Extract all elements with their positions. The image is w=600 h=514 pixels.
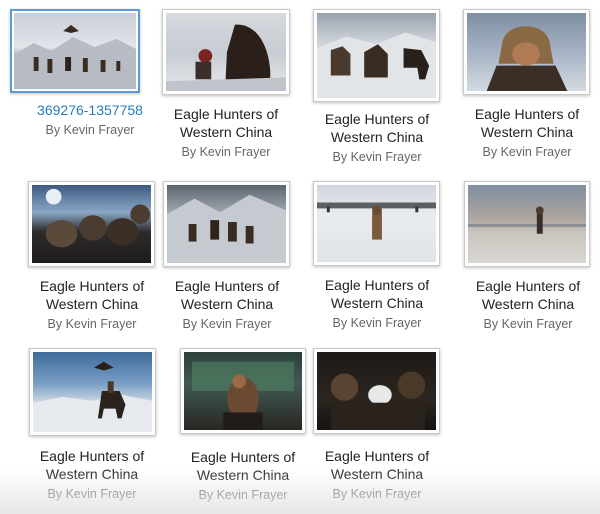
item-title[interactable]: Eagle Hunters of Western China (168, 448, 318, 484)
item-author: By Kevin Frayer (182, 317, 272, 331)
photo-thumbnail[interactable] (28, 181, 155, 267)
item-title-link[interactable]: 369276-1357758 (15, 101, 165, 119)
photo-thumbnail[interactable] (464, 181, 590, 267)
item-author: By Kevin Frayer (332, 487, 422, 501)
item-title[interactable]: Eagle Hunters of Western China (302, 447, 452, 483)
item-title[interactable]: Eagle Hunters of Western China (152, 277, 302, 313)
item-author: By Kevin Frayer (332, 150, 422, 164)
item-title[interactable]: Eagle Hunters of Western China (302, 276, 452, 312)
item-title[interactable]: Eagle Hunters of Western China (453, 277, 600, 313)
photo-thumbnail[interactable] (313, 348, 440, 434)
hunter-portrait-photo (467, 13, 586, 91)
item-author: By Kevin Frayer (47, 487, 137, 501)
hunters-with-horses-photo (317, 13, 436, 98)
hunters-dark-interior-photo (317, 352, 436, 430)
item-title[interactable]: Eagle Hunters of Western China (302, 110, 452, 146)
item-author: By Kevin Frayer (47, 317, 137, 331)
hunter-at-dawn-photo (468, 185, 586, 263)
photo-thumbnail[interactable] (180, 348, 306, 434)
photo-thumbnail[interactable] (313, 9, 440, 102)
item-title[interactable]: Eagle Hunters of Western China (452, 105, 600, 141)
snow-eagle-hunters-photo (14, 13, 136, 89)
item-author: By Kevin Frayer (181, 145, 271, 159)
item-author: By Kevin Frayer (332, 316, 422, 330)
photo-thumbnail[interactable] (463, 9, 590, 95)
item-author: By Kevin Frayer (482, 145, 572, 159)
item-author: By Kevin Frayer (198, 488, 288, 502)
hunter-indoor-photo (184, 352, 302, 430)
photo-gallery-grid: 369276-1357758 By Kevin Frayer Eagle Hun… (0, 0, 600, 514)
photo-thumbnail[interactable] (163, 181, 290, 267)
photo-thumbnail[interactable] (10, 9, 140, 93)
riders-in-snow-photo (167, 185, 286, 263)
item-author: By Kevin Frayer (483, 317, 573, 331)
item-title[interactable]: Eagle Hunters of Western China (17, 447, 167, 483)
hunters-crowd-photo (32, 185, 151, 263)
hunter-with-eagle-photo (166, 13, 286, 91)
photo-thumbnail[interactable] (162, 9, 290, 95)
hunter-on-snowfield-photo (317, 185, 436, 262)
item-title[interactable]: Eagle Hunters of Western China (17, 277, 167, 313)
photo-thumbnail[interactable] (29, 348, 156, 436)
photo-thumbnail[interactable] (313, 181, 440, 266)
item-title[interactable]: Eagle Hunters of Western China (151, 105, 301, 141)
rider-with-eagle-photo (33, 352, 152, 432)
item-author: By Kevin Frayer (45, 123, 135, 137)
